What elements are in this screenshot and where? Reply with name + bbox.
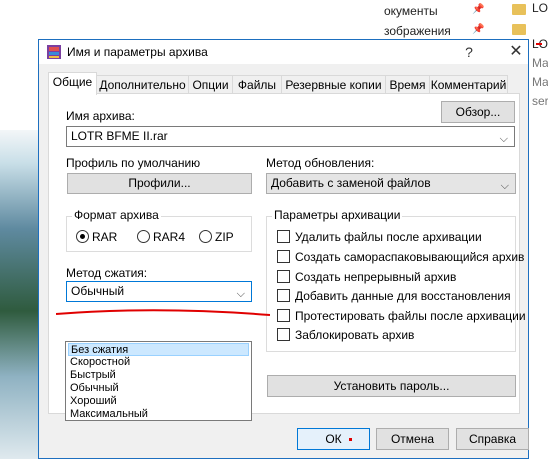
default-profile-label: Профиль по умолчанию [66,156,201,170]
explorer-item-right[interactable]: ser [532,94,548,108]
archive-name-combo[interactable]: LOTR BFME II.rar ⌵ [66,126,515,147]
tab-advanced[interactable]: Дополнительно [96,75,189,94]
param-label: Протестировать файлы после архивации [295,309,526,323]
winrar-icon [47,45,61,59]
compression-method-value: Обычный [71,284,125,298]
update-method-value: Добавить с заменой файлов [271,176,431,190]
archive-name-value: LOTR BFME II.rar [71,129,168,143]
explorer-background: окументы 📌 зображения 📌 LOT [0,0,548,40]
format-rar-radio[interactable] [76,230,89,243]
param-label: Создать самораспаковывающийся архив [295,250,525,264]
archive-format-title: Формат архива [72,208,161,222]
compression-option[interactable]: Быстрый [68,369,249,382]
test-files-checkbox[interactable] [277,309,290,322]
tab-comment[interactable]: Комментарий [429,75,508,94]
set-password-button[interactable]: Установить пароль... [267,375,516,397]
tab-backup[interactable]: Резервные копии [281,75,386,94]
explorer-item-right[interactable]: LOT [532,1,548,15]
compression-option[interactable]: Максимальный [68,408,249,421]
delete-files-checkbox[interactable] [277,230,290,243]
compression-option[interactable]: Без сжатия [68,343,249,356]
chevron-down-icon: ⌵ [499,133,508,145]
tab-options[interactable]: Опции [188,75,233,94]
sfx-checkbox[interactable] [277,250,290,263]
tab-general[interactable]: Общие [48,72,97,95]
browse-button[interactable]: Обзор... [441,101,515,123]
compression-option[interactable]: Хороший [68,395,249,408]
dialog-title: Имя и параметры архива [67,45,208,59]
help-title-button[interactable]: ? [457,42,481,62]
format-zip-label: ZIP [215,230,234,244]
compression-option[interactable]: Скоростной [68,356,249,369]
pin-icon: 📌 [472,4,485,15]
explorer-item-right[interactable]: Ma [532,56,548,70]
folder-icon [512,24,526,35]
param-label: Удалить файлы после архивации [295,230,482,244]
pin-icon: 📌 [472,24,485,35]
update-method-label: Метод обновления: [266,156,375,170]
param-label: Создать непрерывный архив [295,270,457,284]
param-label: Добавить данные для восстановления [295,289,511,303]
desktop-wallpaper [0,130,38,459]
close-button[interactable]: ✕ [504,42,528,62]
tab-files[interactable]: Файлы [232,75,282,94]
annotation-dot [349,438,352,441]
compression-option[interactable]: Обычный [68,382,249,395]
format-rar4-label: RAR4 [153,230,186,244]
ok-button[interactable]: ОК [297,428,370,450]
recovery-checkbox[interactable] [277,289,290,302]
chevron-down-icon: ⌵ [500,180,509,192]
tab-time[interactable]: Время [385,75,430,94]
archive-dialog: Имя и параметры архива ? ✕ Общие Дополни… [38,39,529,459]
title-bar[interactable]: Имя и параметры архива ? ✕ [39,40,528,64]
annotation-mark [536,43,542,45]
explorer-item-right[interactable]: Ma [532,75,548,89]
chevron-down-icon: ⌵ [236,288,245,300]
annotation-line [56,309,270,316]
explorer-right-column: LOT Ma Ma ser [527,37,548,459]
update-method-select[interactable]: Добавить с заменой файлов ⌵ [266,173,516,194]
lock-archive-checkbox[interactable] [277,328,290,341]
format-rar4-radio[interactable] [137,230,150,243]
format-zip-radio[interactable] [199,230,212,243]
folder-icon [512,4,526,15]
archive-name-label: Имя архива: [66,109,135,123]
solid-checkbox[interactable] [277,270,290,283]
compression-method-select[interactable]: Обычный ⌵ [66,281,252,302]
compression-method-label: Метод сжатия: [66,266,148,280]
profiles-button[interactable]: Профили... [67,173,252,194]
cancel-button[interactable]: Отмена [376,428,449,450]
param-label: Заблокировать архив [295,328,415,342]
compression-method-list: Без сжатия Скоростной Быстрый Обычный Хо… [65,341,252,421]
format-rar-label: RAR [92,230,118,244]
help-button[interactable]: Справка [456,428,529,450]
archive-params-title: Параметры архивации [272,208,403,222]
